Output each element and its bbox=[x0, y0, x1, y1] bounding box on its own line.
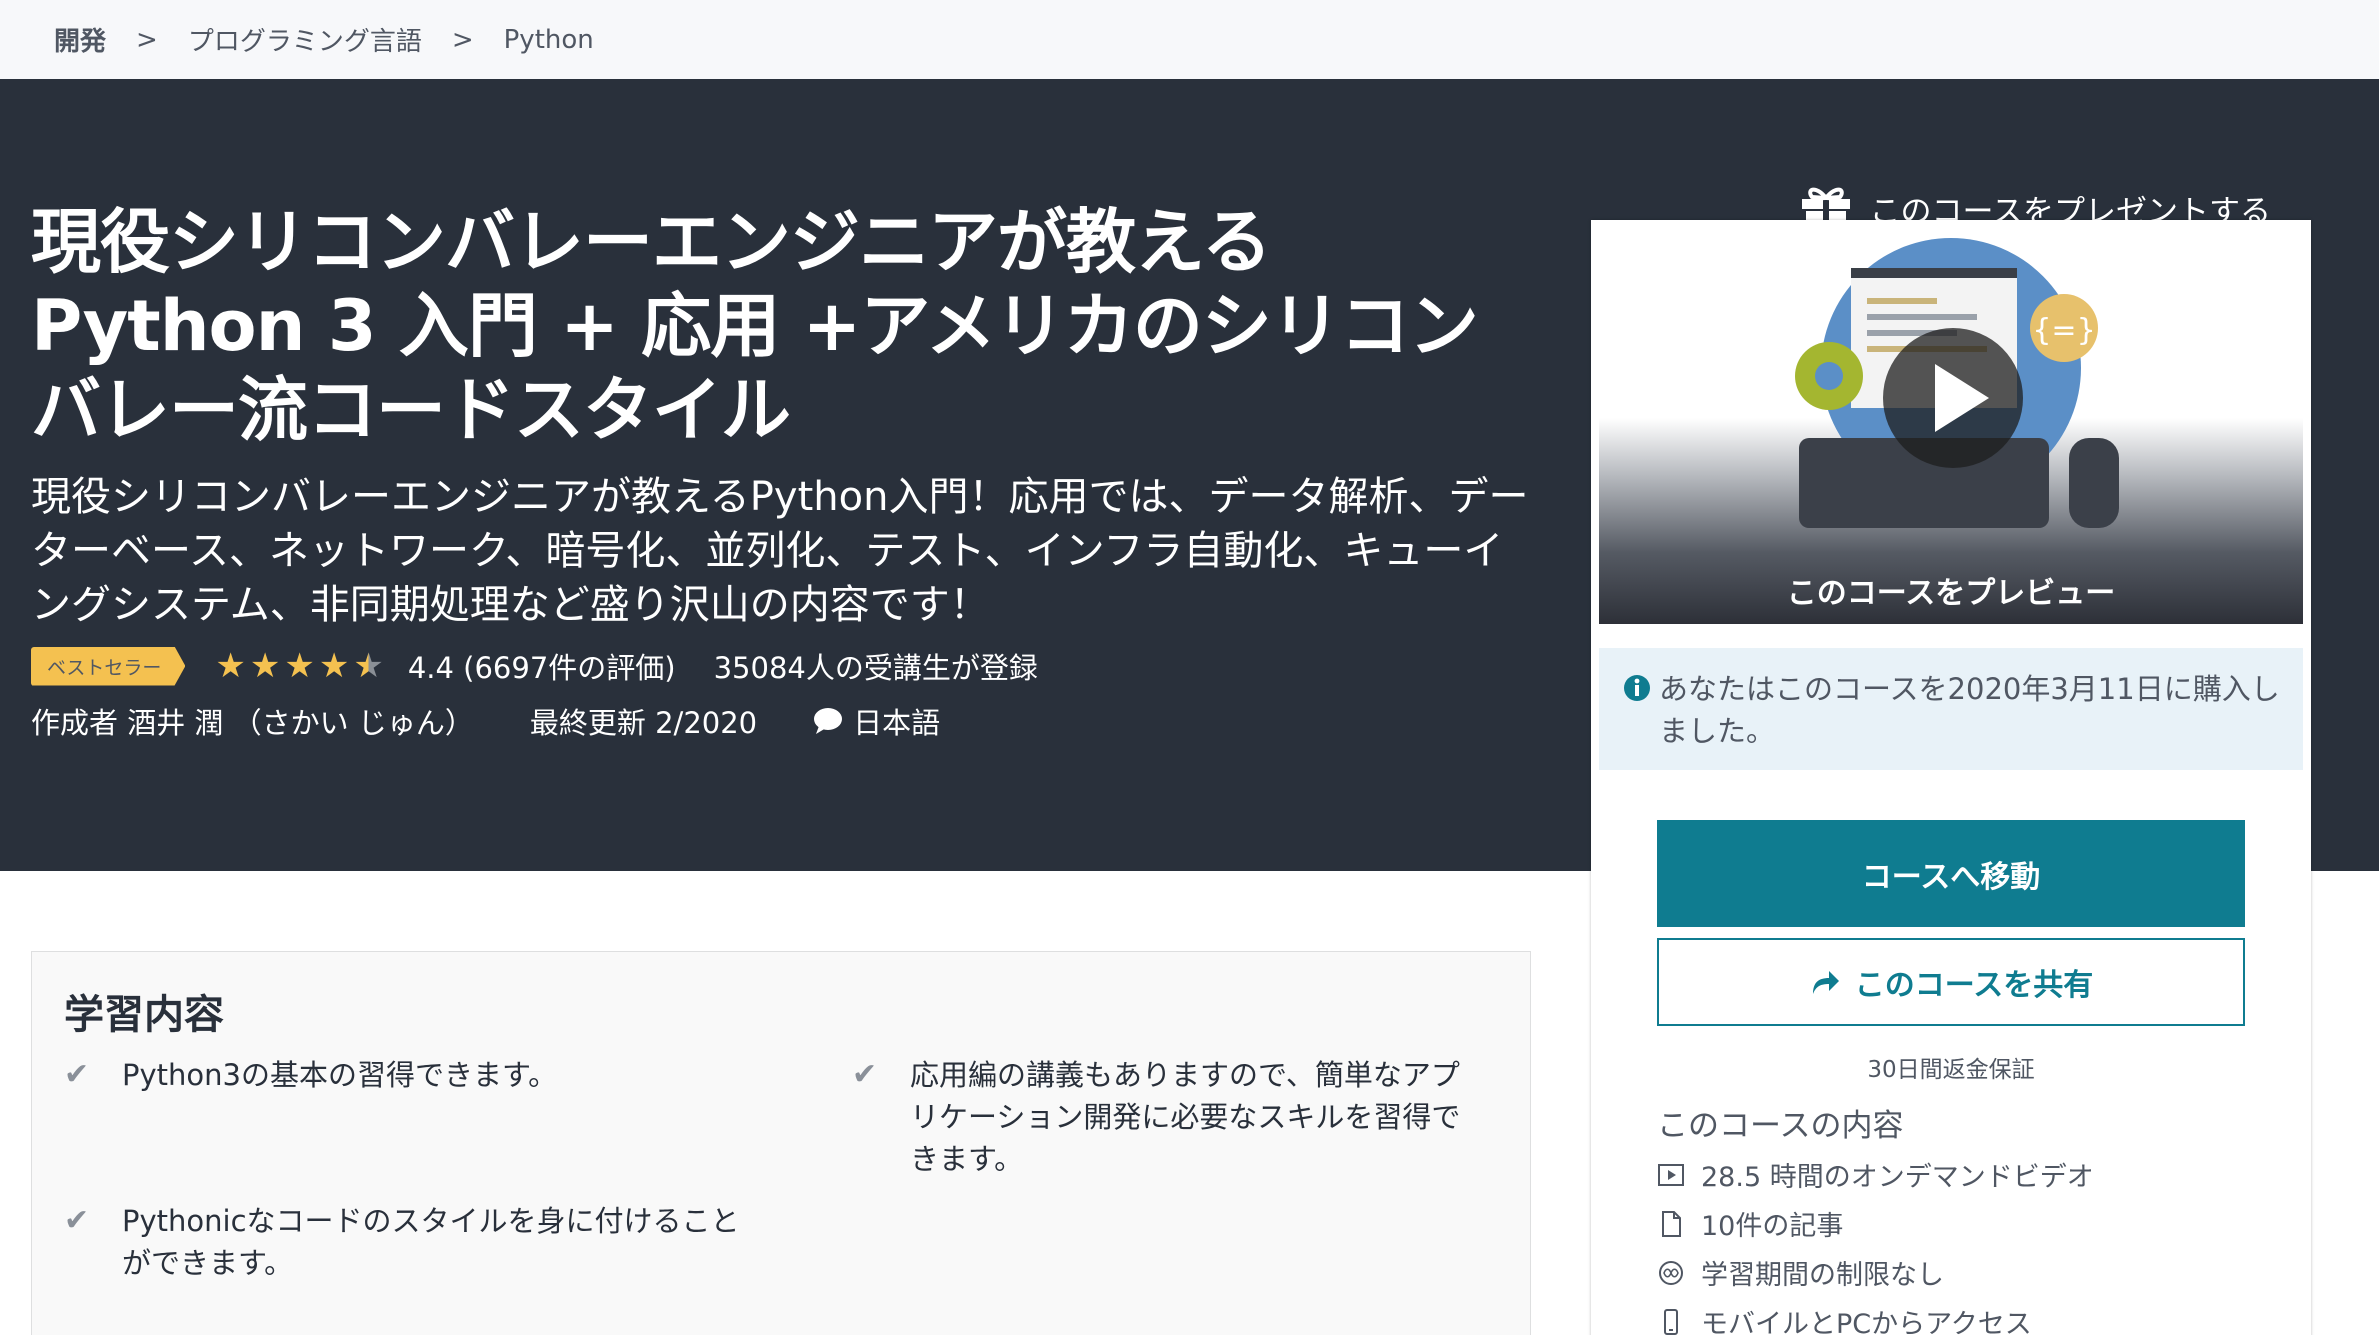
learn-point-text: Python3の基本の習得できます。 bbox=[122, 1058, 558, 1092]
share-course-label: このコースを共有 bbox=[1854, 969, 2094, 1002]
breadcrumb-item-development[interactable]: 開発 bbox=[54, 21, 106, 58]
bestseller-badge: ベストセラー bbox=[31, 646, 186, 686]
course-language: 日本語 bbox=[813, 700, 940, 742]
author-link[interactable]: 作成者 酒井 潤 （さかい じゅん） bbox=[31, 700, 474, 742]
check-icon: ✔ bbox=[64, 1057, 90, 1092]
breadcrumb-separator: > bbox=[451, 24, 474, 55]
includes-item-label: モバイルとPCからアクセス bbox=[1701, 1309, 2032, 1335]
includes-list: 28.5 時間のオンデマンドビデオ 10件の記事 学習期間の制限なし モバイルと… bbox=[1657, 1150, 2094, 1335]
info-icon bbox=[1624, 675, 1650, 701]
course-subtitle: 現役シリコンバレーエンジニアが教えるPython入門！応用では、データ解析、デー… bbox=[31, 474, 1529, 628]
course-title: 現役シリコンバレーエンジニアが教えるPython 3 入門 + 応用 +アメリカ… bbox=[31, 201, 1479, 451]
play-button-icon[interactable] bbox=[1883, 328, 2023, 468]
includes-item-lifetime: 学習期間の制限なし bbox=[1657, 1248, 2094, 1297]
purchase-notice-text: あなたはこのコースを2020年3月11日に購入しました。 bbox=[1659, 672, 2280, 748]
breadcrumb-item-python[interactable]: Python bbox=[504, 25, 594, 55]
course-meta-row: 作成者 酒井 潤 （さかい じゅん） 最終更新 2/2020 日本語 bbox=[31, 700, 940, 742]
share-course-button[interactable]: このコースを共有 bbox=[1657, 938, 2245, 1026]
includes-item-label: 学習期間の制限なし bbox=[1701, 1260, 1944, 1291]
purchase-notice: あなたはこのコースを2020年3月11日に購入しました。 bbox=[1599, 648, 2303, 770]
svg-text:{=}: {=} bbox=[2032, 313, 2095, 348]
file-icon bbox=[1662, 1210, 1681, 1237]
check-icon: ✔ bbox=[852, 1057, 878, 1092]
includes-title: このコースの内容 bbox=[1657, 1108, 1904, 1144]
star-icon: ★ bbox=[284, 646, 315, 686]
preview-label: このコースをプレビュー bbox=[1786, 576, 2116, 611]
infinity-icon bbox=[1659, 1260, 1683, 1285]
learn-point: ✔ Pythonicなコードのスタイルを身に付けることができます。 bbox=[64, 1200, 744, 1284]
purchase-card: {=} このコースをプレビュー あなたはこのコースを2020年3月11日に購入し… bbox=[1591, 220, 2311, 1335]
learn-point: ✔ Python3の基本の習得できます。 bbox=[64, 1054, 784, 1096]
star-icon: ★ bbox=[215, 646, 246, 686]
enrolled-count: 35084人の受講生が登録 bbox=[713, 651, 1038, 685]
go-to-course-button[interactable]: コースへ移動 bbox=[1657, 820, 2245, 927]
course-rating-row: ベストセラー ★ ★ ★ ★ ★ 4.4 (6697件の評価) 35084人の受… bbox=[31, 645, 1038, 687]
learn-point-text: Pythonicなコードのスタイルを身に付けることができます。 bbox=[122, 1204, 740, 1280]
language-label: 日本語 bbox=[853, 706, 941, 740]
breadcrumb: 開発 > プログラミング言語 > Python bbox=[0, 0, 2379, 79]
learn-point: ✔ 応用編の講義もありますので、簡単なアプリケーション開発に必要なスキルを習得で… bbox=[852, 1054, 1472, 1180]
breadcrumb-separator: > bbox=[136, 24, 158, 55]
video-icon bbox=[1658, 1163, 1684, 1186]
includes-item-label: 10件の記事 bbox=[1701, 1211, 1844, 1242]
what-you-will-learn: 学習内容 ✔ Python3の基本の習得できます。 ✔ 応用編の講義もありますの… bbox=[31, 951, 1531, 1335]
mobile-icon bbox=[1664, 1308, 1678, 1335]
star-icon: ★ bbox=[318, 646, 350, 686]
course-preview-video[interactable]: {=} このコースをプレビュー bbox=[1599, 228, 2303, 624]
learn-point-text: 応用編の講義もありますので、簡単なアプリケーション開発に必要なスキルを習得できま… bbox=[910, 1058, 1461, 1176]
includes-item-video: 28.5 時間のオンデマンドビデオ bbox=[1657, 1150, 2094, 1199]
money-back-guarantee: 30日間返金保証 bbox=[1867, 1057, 2035, 1083]
half-star-icon: ★ bbox=[353, 646, 384, 686]
learn-title: 学習内容 bbox=[64, 992, 224, 1038]
check-icon: ✔ bbox=[64, 1203, 90, 1238]
star-rating: ★ ★ ★ ★ ★ bbox=[215, 649, 387, 683]
speech-bubble-icon bbox=[814, 708, 843, 734]
includes-item-label: 28.5 時間のオンデマンドビデオ bbox=[1701, 1162, 2094, 1193]
rating-count-link[interactable]: 4.4 (6697件の評価) bbox=[408, 645, 676, 687]
includes-item-mobile: モバイルとPCからアクセス bbox=[1657, 1297, 2094, 1335]
breadcrumb-item-programming-languages[interactable]: プログラミング言語 bbox=[188, 21, 422, 58]
star-icon: ★ bbox=[249, 646, 281, 686]
share-icon bbox=[1812, 971, 1839, 994]
last-updated: 最終更新 2/2020 bbox=[529, 706, 758, 740]
includes-item-articles: 10件の記事 bbox=[1657, 1199, 2094, 1248]
